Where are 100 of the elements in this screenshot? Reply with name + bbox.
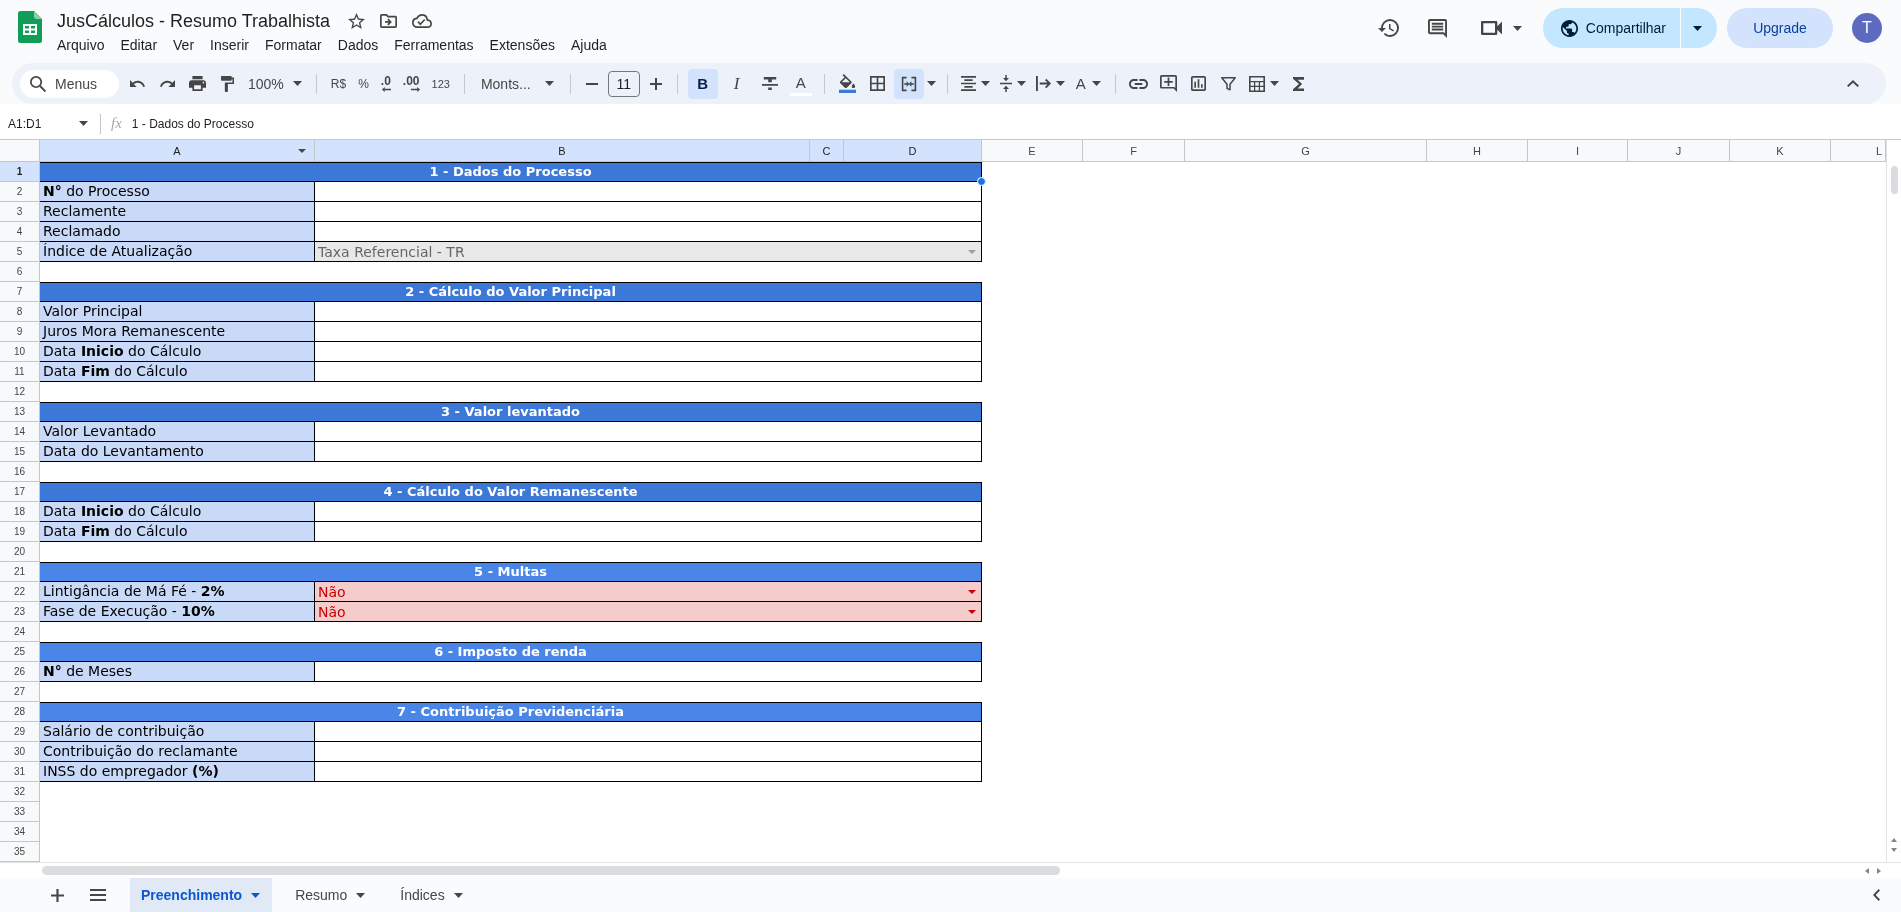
minus-icon[interactable]	[585, 82, 598, 85]
row-header[interactable]: 31	[0, 762, 40, 782]
row-header[interactable]: 15	[0, 442, 40, 462]
row-header[interactable]: 9	[0, 322, 40, 342]
value-field[interactable]	[315, 522, 982, 542]
merge-cells-icon[interactable]	[893, 68, 924, 99]
value-field[interactable]	[315, 322, 982, 342]
redo-icon[interactable]	[159, 80, 175, 87]
menu-item[interactable]: Formatar	[256, 35, 330, 55]
row-header[interactable]: 26	[0, 662, 40, 682]
row-header[interactable]: 29	[0, 722, 40, 742]
caret-icon[interactable]	[968, 589, 976, 594]
font-dropdown[interactable]: Monts...	[472, 68, 562, 99]
value-field[interactable]	[315, 742, 982, 762]
percent-format-button[interactable]: %	[352, 68, 375, 99]
row-header[interactable]: 7	[0, 282, 40, 302]
align-center-icon[interactable]	[960, 76, 976, 91]
sigma-icon[interactable]	[1293, 76, 1305, 91]
sheets-logo-icon[interactable]	[18, 11, 42, 43]
caret-icon[interactable]	[1512, 25, 1522, 31]
row-header[interactable]: 30	[0, 742, 40, 762]
comment-icon[interactable]	[1427, 18, 1447, 38]
star-icon[interactable]	[348, 13, 366, 29]
text-rotation-dropdown[interactable]: A	[1069, 68, 1107, 99]
search-field[interactable]: Menus	[20, 69, 119, 98]
row-header[interactable]: 34	[0, 822, 40, 842]
menu-item[interactable]: Ferramentas	[386, 35, 482, 55]
name-box[interactable]: A1:D1	[8, 111, 90, 136]
account-avatar[interactable]: T	[1852, 13, 1882, 43]
table-grid-icon[interactable]	[1248, 75, 1265, 92]
menu-item[interactable]: Dados	[329, 35, 387, 55]
folder-arrow-icon[interactable]	[380, 14, 398, 28]
row-header[interactable]: 8	[0, 302, 40, 322]
dropdown-field[interactable]: Não	[315, 582, 982, 602]
menu-item[interactable]: Inserir	[202, 35, 257, 55]
formula-field[interactable]: 1 - Dados do Processo	[131, 111, 1901, 136]
value-field[interactable]	[315, 722, 982, 742]
row-header[interactable]: 11	[0, 362, 40, 382]
row-header[interactable]: 10	[0, 342, 40, 362]
undo-icon[interactable]	[129, 80, 145, 87]
caret-icon[interactable]	[1269, 81, 1279, 86]
currency-format-button[interactable]: R$	[324, 68, 353, 99]
row-header[interactable]: 14	[0, 422, 40, 442]
row-header[interactable]: 16	[0, 462, 40, 482]
value-field[interactable]	[315, 182, 982, 202]
caret-icon[interactable]	[1016, 81, 1026, 86]
row-header[interactable]: 28	[0, 702, 40, 722]
dropdown-field[interactable]: Não	[315, 602, 982, 622]
upgrade-button[interactable]: Upgrade	[1727, 8, 1833, 48]
menu-item[interactable]: Extensões	[481, 35, 563, 55]
caret-icon[interactable]	[980, 81, 990, 86]
add-comment-icon[interactable]	[1160, 75, 1178, 92]
text-color-button[interactable]: A	[789, 71, 812, 96]
row-header[interactable]: 4	[0, 222, 40, 242]
column-header[interactable]: B	[315, 140, 810, 162]
video-camera-icon[interactable]	[1480, 21, 1502, 35]
column-header[interactable]: D	[844, 140, 982, 162]
row-header[interactable]: 27	[0, 682, 40, 702]
chevron-left-icon[interactable]	[1873, 889, 1880, 901]
vertical-align-icon[interactable]	[999, 75, 1012, 92]
scroll-up-icon[interactable]	[1891, 838, 1897, 842]
scroll-down-icon[interactable]	[1891, 848, 1897, 852]
plus-icon[interactable]	[649, 77, 662, 90]
value-field[interactable]	[315, 302, 982, 322]
zoom-dropdown[interactable]: 100%	[242, 68, 308, 99]
row-header[interactable]: 24	[0, 622, 40, 642]
menu-item[interactable]: Ajuda	[562, 35, 615, 55]
print-icon[interactable]	[188, 76, 206, 91]
row-header[interactable]: 12	[0, 382, 40, 402]
value-field[interactable]	[315, 502, 982, 522]
row-header[interactable]: 17	[0, 482, 40, 502]
font-size-field[interactable]: 11	[607, 70, 640, 97]
caret-icon[interactable]	[927, 81, 937, 86]
decrease-decimals-button[interactable]: .0	[374, 68, 397, 99]
strikethrough-icon[interactable]	[761, 77, 778, 90]
sheet-tab[interactable]: Preenchimento	[130, 878, 273, 912]
sheet-tab[interactable]: Resumo	[284, 878, 378, 912]
scrollbar-thumb[interactable]	[1890, 166, 1898, 194]
value-field[interactable]	[315, 762, 982, 782]
column-header[interactable]: L	[1831, 140, 1886, 162]
column-header[interactable]: H	[1427, 140, 1528, 162]
fill-color-icon[interactable]	[839, 74, 857, 93]
row-header[interactable]: 21	[0, 562, 40, 582]
scroll-right-icon[interactable]	[1877, 867, 1881, 874]
menu-icon[interactable]	[90, 889, 106, 901]
row-header[interactable]: 2	[0, 182, 40, 202]
column-header[interactable]: A	[40, 140, 315, 162]
history-icon[interactable]	[1377, 19, 1399, 37]
row-header[interactable]: 22	[0, 582, 40, 602]
column-header[interactable]: E	[982, 140, 1083, 162]
scroll-left-icon[interactable]	[1865, 867, 1869, 874]
caret-icon[interactable]	[1055, 81, 1065, 86]
row-header[interactable]: 19	[0, 522, 40, 542]
row-header[interactable]: 6	[0, 262, 40, 282]
value-field[interactable]	[315, 202, 982, 222]
add-sheet-icon[interactable]	[51, 888, 64, 902]
column-header[interactable]: G	[1185, 140, 1427, 162]
chevron-up-icon[interactable]	[1847, 80, 1859, 87]
row-header[interactable]: 3	[0, 202, 40, 222]
paint-format-icon[interactable]	[220, 75, 234, 92]
